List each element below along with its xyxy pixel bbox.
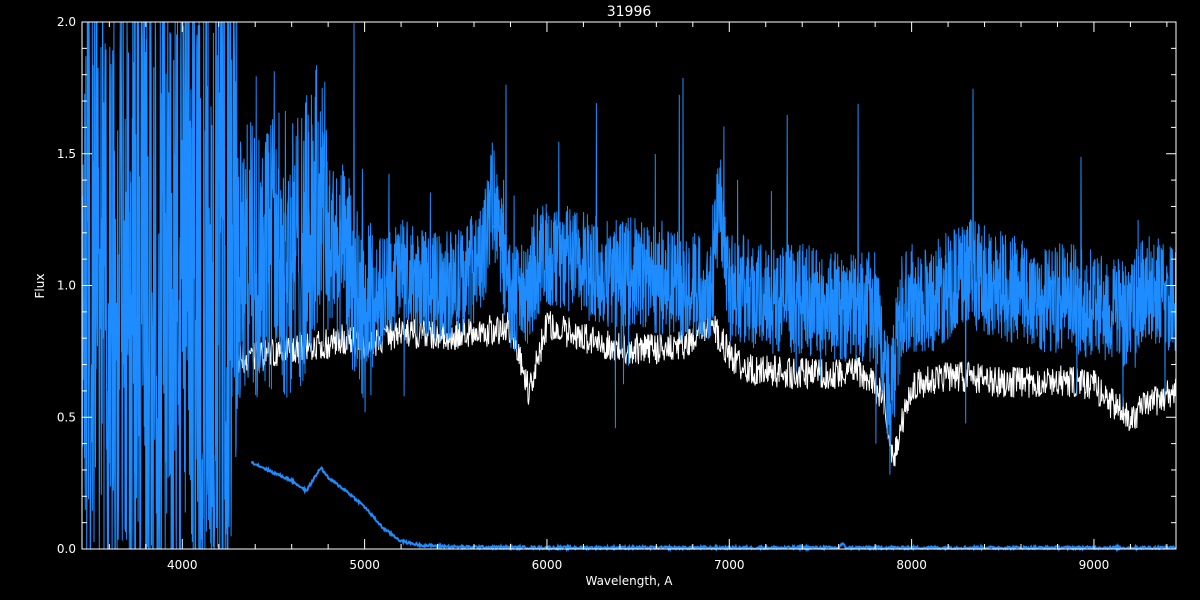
flux-spectrum-line — [81, 21, 1176, 550]
x-tick-label: 7000 — [714, 558, 745, 572]
y-tick-label: 2.0 — [57, 15, 76, 29]
y-tick-label: 0.5 — [57, 410, 76, 424]
y-tick-label: 1.5 — [57, 147, 76, 161]
error-spectrum-line — [250, 460, 1177, 553]
spectrum-chart: 4000 5000 6000 7000 8000 9000 0.0 0.5 1.0 1.5 2.0 … — [0, 0, 1200, 600]
y-tick-label: 0.0 — [57, 542, 76, 556]
x-tick-label: 5000 — [349, 558, 380, 572]
x-tick-label: 9000 — [1079, 558, 1110, 572]
x-axis-label: Wavelength, A — [585, 574, 673, 588]
spectrum-traces — [81, 21, 1177, 553]
spectrum-plot: 4000 5000 6000 7000 8000 90000.00.51.01.52.0 … — [33, 4, 1177, 588]
x-tick-label: 6000 — [532, 558, 563, 572]
x-tick-label: 4000 — [167, 558, 198, 572]
chart-title: 31996 — [607, 4, 652, 20]
y-axis-label: Flux — [33, 274, 47, 299]
x-tick-label: 8000 — [896, 558, 927, 572]
y-tick-label: 1.0 — [57, 279, 76, 293]
